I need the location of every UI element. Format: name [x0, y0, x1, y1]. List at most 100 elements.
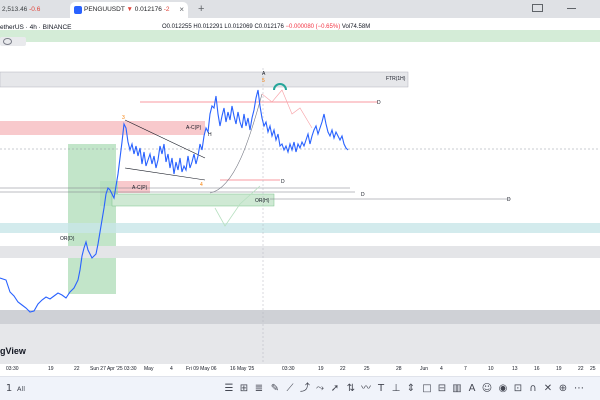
- path-icon[interactable]: ⤳: [313, 382, 327, 396]
- ohlc-high: H0.012291: [193, 24, 223, 30]
- label-ac-p-lower: A-C(P): [132, 185, 148, 191]
- grey-band-2: [0, 310, 600, 324]
- time-axis-label: 22: [340, 366, 346, 372]
- pattern-icon[interactable]: ⟋: [283, 382, 297, 396]
- label-ftr-1h: FTR(1H): [386, 76, 406, 82]
- label-d-target: D: [377, 100, 381, 106]
- label-or-d: OR(D): [60, 236, 75, 242]
- label-d-right: D: [361, 192, 365, 198]
- grey-band-1: [0, 246, 600, 258]
- wedge-lower-line: [124, 167, 206, 181]
- time-axis-label: 16 May '25: [230, 366, 255, 372]
- time-axis-label: 4: [170, 366, 173, 372]
- close-tab-icon[interactable]: ×: [179, 2, 184, 18]
- anchored-text-icon[interactable]: A: [465, 382, 479, 396]
- time-axis-label: 10: [488, 366, 494, 372]
- table-icon[interactable]: ⊟: [435, 382, 449, 396]
- chart-canvas[interactable]: FTR(1H) A-C(P) A-C(P) OR(D) OR(H) D D D …: [0, 18, 600, 364]
- tab-change: -2: [163, 6, 170, 13]
- tab-arrow: ▼: [126, 6, 133, 13]
- time-axis-label: 19: [318, 366, 324, 372]
- time-axis-label: Jun: [420, 366, 429, 372]
- tradingview-watermark: gView: [0, 346, 26, 356]
- tradingview-favicon-icon: [74, 6, 82, 14]
- time-axis-label: 22: [578, 366, 584, 372]
- label-ac-p-upper: A-C(P): [186, 125, 202, 131]
- arrow-icon[interactable]: ➚: [328, 382, 342, 396]
- time-axis-label: 4: [440, 366, 443, 372]
- all-range-button[interactable]: All: [14, 382, 28, 396]
- zigzag-icon[interactable]: 〰: [359, 382, 373, 396]
- drawing-toolbar: 1 All ☰ ⊞ ≣ ✎ ⟋ ⤴ ⤳ ➚ ⇅ 〰 T ⊥ ⇕ □ ⊟ ▥ A ☺ ◉ ⊡ ∩ ✕ ⊕ ⋯: [0, 376, 600, 400]
- browser-tab-strip: 2,513.46 -0.6 PENGUUSDT ▼ 0.012176 -2 × …: [0, 0, 600, 18]
- ohlc-low: L0.012069: [224, 24, 253, 30]
- label-d-mid: D: [281, 179, 285, 185]
- symbol-title: etherUS · 4h · BINANCE: [0, 24, 72, 31]
- forecast-icon[interactable]: ⇅: [344, 382, 358, 396]
- time-axis-label: 19: [48, 366, 54, 372]
- label-wave-3: 3: [122, 115, 125, 121]
- minimize-window-icon[interactable]: [567, 8, 576, 9]
- restore-window-icon[interactable]: [532, 4, 543, 12]
- measure-icon[interactable]: ⊥: [389, 382, 403, 396]
- time-axis-label: 25: [590, 366, 596, 372]
- time-axis-label: 13: [512, 366, 518, 372]
- magnet-icon[interactable]: ∩: [526, 382, 540, 396]
- lock-icon[interactable]: ⊡: [511, 382, 525, 396]
- new-tab-button[interactable]: +: [198, 1, 204, 17]
- tab-price: 2,513.46: [2, 6, 28, 13]
- eye-icon[interactable]: [3, 38, 12, 45]
- ohlc-legend: O0.012255 H0.012291 L0.012069 C0.012176 …: [162, 24, 370, 30]
- zoom-icon[interactable]: ⊕: [556, 382, 570, 396]
- ftr-1h-zone: [0, 71, 409, 88]
- price-chart[interactable]: FTR(1H) A-C(P) A-C(P) OR(D) OR(H) D D D …: [0, 18, 600, 364]
- top-demand-band: [0, 30, 600, 42]
- time-axis-label: 16: [534, 366, 540, 372]
- time-axis-label: 03:30: [124, 366, 137, 372]
- legend-visibility-toggle[interactable]: [0, 37, 26, 46]
- projection-path-red: [261, 89, 313, 129]
- projection-icon[interactable]: ⤴: [298, 382, 312, 396]
- note-icon[interactable]: □: [420, 382, 434, 396]
- more-icon[interactable]: ⋯: [572, 382, 586, 396]
- ruler-icon[interactable]: ⊞: [237, 382, 251, 396]
- time-axis-label: Fri 09 May 06: [186, 366, 217, 372]
- ohlc-change: −0.000080 (−0.65%): [285, 24, 341, 30]
- horizontal-lines-icon[interactable]: ☰: [222, 382, 236, 396]
- browser-tab-previous[interactable]: 2,513.46 -0.6: [2, 2, 66, 18]
- time-axis-label: 7: [464, 366, 467, 372]
- time-axis-label: 25: [364, 366, 370, 372]
- time-axis-label: Sun 27 Apr '25: [90, 366, 123, 372]
- ohlc-open: O0.012255: [162, 24, 192, 30]
- browser-tab-active[interactable]: PENGUUSDT ▼ 0.012176 -2 ×: [70, 2, 188, 18]
- brush-icon[interactable]: ✎: [268, 382, 282, 396]
- fib-icon[interactable]: ≣: [252, 382, 266, 396]
- cross-icon[interactable]: ✕: [541, 382, 555, 396]
- label-wave-4: 4: [200, 182, 203, 188]
- label-or-h: OR(H): [255, 198, 270, 204]
- grey-band-3: [0, 324, 600, 364]
- tab-price: 0.012176: [134, 6, 162, 13]
- emoji-icon[interactable]: ☺: [480, 382, 494, 396]
- eye-icon[interactable]: ◉: [496, 382, 510, 396]
- supply-zone-upper: [0, 121, 205, 135]
- label-wave-5: 5: [262, 78, 265, 84]
- demand-zone-tall: [68, 144, 116, 294]
- price-range-icon[interactable]: ⇕: [404, 382, 418, 396]
- teal-band: [0, 223, 600, 233]
- time-axis-label: 22: [74, 366, 80, 372]
- label-h: H: [208, 132, 212, 138]
- tab-symbol: PENGUUSDT: [84, 6, 125, 13]
- time-axis-label: 19: [556, 366, 562, 372]
- time-axis-label: May: [144, 366, 154, 372]
- ohlc-volume: Vol74.58M: [341, 24, 371, 30]
- symbol-legend[interactable]: etherUS · 4h · BINANCE: [0, 24, 72, 31]
- time-axis-label: 03:30: [6, 366, 19, 372]
- bars-icon[interactable]: ▥: [450, 382, 464, 396]
- time-axis-label: 03:30: [282, 366, 295, 372]
- time-axis[interactable]: 03:30 19 22 Sun 27 Apr '25 03:30 May 4 Fri 09 M…: [0, 364, 600, 376]
- time-axis-label: 28: [396, 366, 402, 372]
- ohlc-close: C0.012176: [254, 24, 284, 30]
- tab-change: -0.6: [29, 6, 41, 13]
- text-icon[interactable]: T: [374, 382, 388, 396]
